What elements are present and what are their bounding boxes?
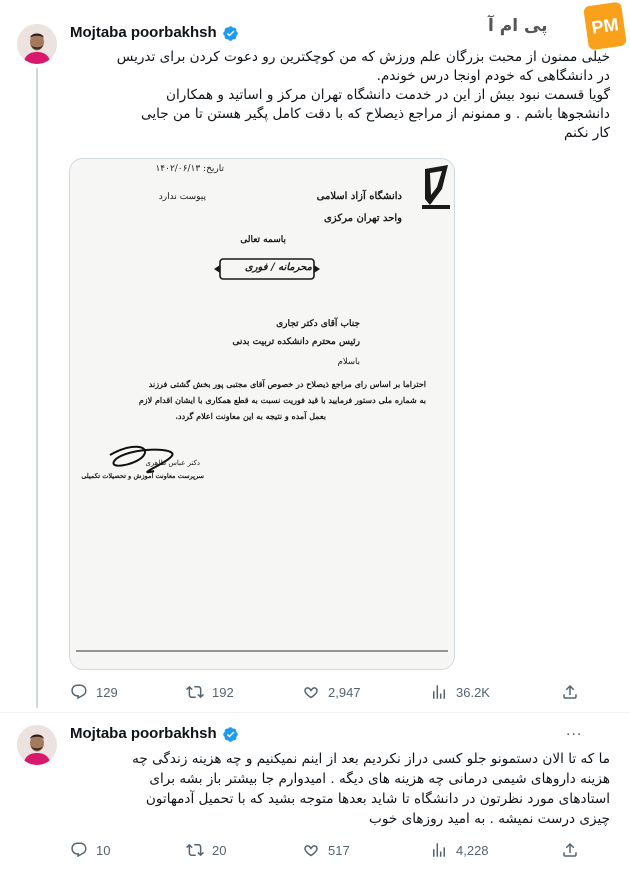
doc-greeting: باسلام — [337, 357, 360, 367]
tweet-text-line: ما که تا الان دستمونو جلو کسی دراز نکردی… — [132, 751, 610, 767]
tweet-text: خیلی ممنون از محبت بزرگان علم ورزش که من… — [70, 48, 610, 143]
attached-document-image[interactable]: تاریخ: ۱۴۰۲/۰۶/۱۳ پیوست ندارد دانشگاه آز… — [69, 158, 455, 670]
doc-body-line: بعمل آمده و نتیجه به این معاونت اعلام گر… — [175, 411, 326, 421]
views-chart-icon — [433, 843, 445, 857]
views-count: 4,228 — [456, 842, 489, 858]
watermark-badge-icon: PM — [583, 1, 627, 51]
avatar[interactable] — [17, 725, 57, 765]
like-count: 517 — [328, 842, 350, 858]
watermark-text: پی ام آ — [488, 16, 548, 36]
doc-attachment: پیوست ندارد — [158, 192, 206, 202]
doc-basmala: باسمه تعالی — [240, 235, 286, 245]
like-button[interactable]: 517 — [302, 841, 350, 859]
avatar[interactable] — [17, 24, 57, 64]
like-button[interactable]: 2,947 — [302, 683, 361, 701]
share-icon — [563, 684, 577, 699]
tweet-text-line: چیزی درست نمیشه . به امید روزهای خوب — [369, 811, 610, 827]
watermark-badge: PM — [590, 13, 620, 38]
avatar-image — [17, 725, 57, 765]
reply-button[interactable]: 10 — [70, 841, 110, 859]
reply-icon — [71, 842, 87, 858]
like-count: 2,947 — [328, 684, 361, 700]
tweet-text-line: گویا قسمت نبود بیش از این در خدمت دانشگا… — [166, 87, 610, 103]
tweet-text-line: در دانشگاهی که خودم اونجا درس خوندم. — [376, 68, 610, 84]
reply-icon — [71, 684, 87, 700]
avatar-image — [17, 24, 57, 64]
reply-count: 10 — [96, 842, 111, 858]
retweet-count: 192 — [212, 684, 234, 700]
author-name[interactable]: Mojtaba poorbakhsh — [70, 725, 217, 742]
doc-body-line: احتراما بر اساس رای مراجع ذیصلاح در خصوص… — [148, 379, 426, 389]
tweet-text-line: کار نکنم — [564, 125, 610, 141]
reply-count: 129 — [96, 684, 118, 700]
retweet-button[interactable]: 192 — [186, 683, 234, 701]
university-logo-icon — [422, 165, 450, 209]
heart-icon — [304, 687, 318, 699]
doc-body-line: به شماره ملی دستور فرمایید با قید فوریت … — [138, 395, 426, 405]
verified-badge-icon — [223, 26, 238, 41]
reply-button[interactable]: 129 — [70, 683, 118, 701]
tweet-text-line: استادهای مورد نظرتون در دانشگاه تا شاید … — [145, 791, 610, 807]
retweet-icon — [186, 843, 204, 857]
retweet-icon — [186, 685, 204, 699]
retweet-button[interactable]: 20 — [186, 841, 226, 859]
views-button[interactable]: 4,228 — [430, 841, 489, 859]
tweet-text-line: خیلی ممنون از محبت بزرگان علم ورزش که من… — [116, 49, 610, 65]
doc-branch: واحد تهران مرکزی — [323, 213, 402, 224]
doc-signer: دکتر عباس طاهری — [145, 459, 200, 467]
verified-badge-icon — [223, 727, 238, 742]
heart-icon — [304, 845, 318, 857]
doc-stamp: محرمانه / فوری — [244, 262, 312, 273]
views-chart-icon — [433, 685, 445, 699]
tweet-text: ما که تا الان دستمونو جلو کسی دراز نکردی… — [70, 749, 610, 829]
doc-university: دانشگاه آزاد اسلامی — [316, 191, 402, 202]
tweet-text-line: هزینه داروهای شیمی درمانی چه هزینه های د… — [149, 771, 610, 787]
doc-date: تاریخ: ۱۴۰۲/۰۶/۱۳ — [155, 164, 224, 174]
views-count: 36.2K — [456, 684, 490, 700]
retweet-count: 20 — [212, 842, 227, 858]
tweet-text-line: دانشجوها باشم . و ممنونم از مراجع ذیصلاح… — [140, 106, 610, 122]
views-button[interactable]: 36.2K — [430, 683, 490, 701]
doc-addressee-title: رئیس محترم دانشکده تربیت بدنی — [232, 337, 360, 347]
share-button[interactable] — [561, 841, 579, 859]
doc-signer-title: سرپرست معاونت آموزش و تحصیلات تکمیلی — [81, 472, 204, 480]
author-name[interactable]: Mojtaba poorbakhsh — [70, 24, 217, 41]
document-paper: تاریخ: ۱۴۰۲/۰۶/۱۳ پیوست ندارد دانشگاه آز… — [70, 159, 454, 669]
doc-addressee: جناب آقای دکتر تجاری — [276, 319, 360, 329]
thread-line — [36, 68, 38, 708]
more-options-button[interactable]: ... — [566, 722, 582, 740]
share-button[interactable] — [561, 683, 579, 701]
watermark: پی ام آ PM — [488, 1, 628, 51]
tweet-divider — [0, 712, 630, 713]
share-icon — [563, 842, 577, 857]
